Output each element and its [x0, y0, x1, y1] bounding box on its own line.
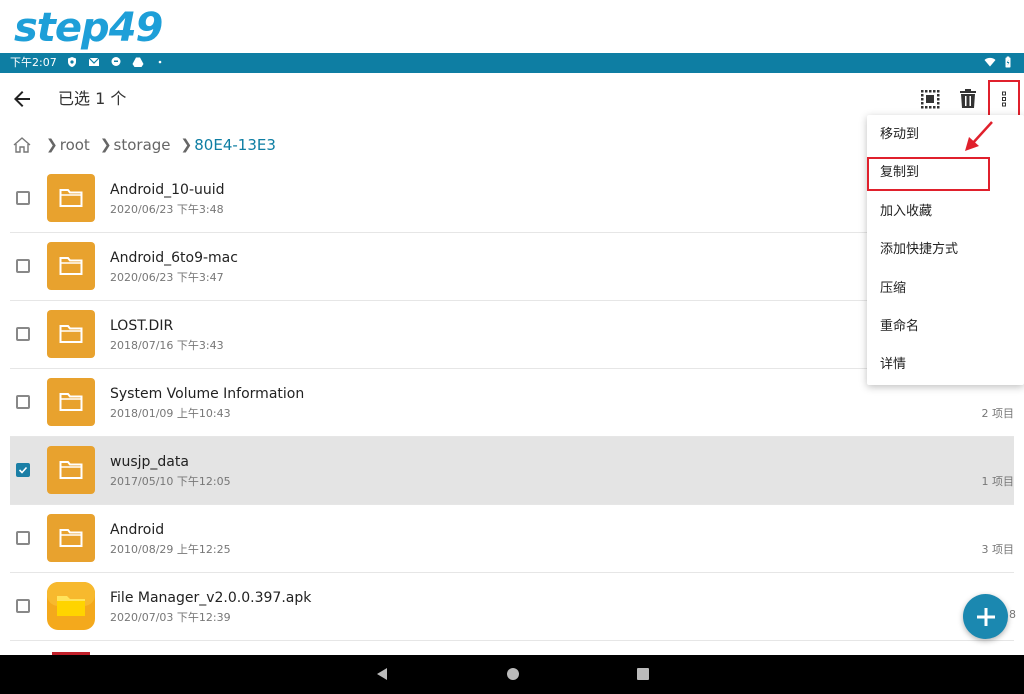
- selection-count-title: 已选 1 个: [58, 89, 127, 108]
- menu-item-add-shortcut[interactable]: 添加快捷方式: [867, 231, 1024, 269]
- file-name: System Volume Information: [110, 386, 305, 402]
- file-row[interactable]: LOST.DIR 2018/07/16 下午3:43: [10, 301, 1014, 369]
- file-row[interactable]: Android_10-uuid 2020/06/23 下午3:48: [10, 165, 1014, 233]
- menu-item-add-favorite[interactable]: 加入收藏: [867, 193, 1024, 231]
- annotation-arrow-icon: [965, 121, 993, 151]
- row-checkbox[interactable]: [16, 327, 30, 341]
- folder-icon: [47, 378, 95, 426]
- folder-icon: [47, 514, 95, 562]
- breadcrumb-storage[interactable]: storage: [114, 136, 171, 154]
- item-count: 3 项目: [981, 543, 1015, 556]
- dot-icon: [158, 60, 162, 64]
- file-row[interactable]: Android_6to9-mac 2020/06/23 下午3:47: [10, 233, 1014, 301]
- file-date: 2020/06/23 下午3:48: [110, 203, 224, 216]
- menu-item-copy-to[interactable]: 复制到: [867, 154, 1024, 192]
- select-all-button[interactable]: [916, 85, 944, 113]
- status-right-icons: [984, 56, 1014, 68]
- drive-icon: [132, 57, 144, 67]
- item-count: 1 项目: [981, 475, 1015, 488]
- folder-icon: [47, 242, 95, 290]
- select-all-grid-icon: [921, 90, 940, 109]
- status-notification-icons: [66, 56, 166, 68]
- delete-button[interactable]: [954, 85, 982, 113]
- file-row[interactable]: System Volume Information 2018/01/09 上午1…: [10, 369, 1014, 437]
- check-icon: [18, 466, 28, 474]
- trash-icon: [960, 89, 976, 108]
- file-name: Android_10-uuid: [110, 182, 225, 198]
- item-count: 2 项目: [981, 407, 1015, 420]
- more-options-button[interactable]: [988, 80, 1020, 118]
- row-checkbox-checked[interactable]: [16, 463, 30, 477]
- menu-item-rename[interactable]: 重命名: [867, 308, 1024, 346]
- breadcrumb-separator: ❯: [99, 137, 112, 153]
- file-date: 2010/08/29 上午12:25: [110, 543, 231, 556]
- file-date: 2018/07/16 下午3:43: [110, 339, 224, 352]
- folder-icon: [47, 310, 95, 358]
- breadcrumb-separator: ❯: [46, 137, 58, 153]
- menu-item-compress[interactable]: 压缩: [867, 270, 1024, 308]
- item-count-peek: 8: [1009, 608, 1016, 621]
- step49-logo: step49: [14, 5, 163, 51]
- battery-icon: [1005, 56, 1011, 68]
- status-time: 下午2:07: [10, 56, 57, 69]
- breadcrumb-current[interactable]: 80E4-13E3: [194, 136, 276, 154]
- file-name: LOST.DIR: [110, 318, 174, 334]
- home-icon[interactable]: [12, 136, 32, 154]
- logo-band: step49: [0, 0, 1024, 53]
- nav-recents-icon[interactable]: [636, 667, 650, 681]
- back-arrow-icon: [14, 91, 30, 107]
- file-name: Android: [110, 522, 165, 538]
- file-row-selected[interactable]: wusjp_data 2017/05/10 下午12:05 1 项目: [10, 437, 1014, 505]
- menu-item-details[interactable]: 详情: [867, 346, 1024, 384]
- folder-icon: [47, 446, 95, 494]
- file-date: 2020/07/03 下午12:39: [110, 611, 231, 624]
- file-date: 2020/06/23 下午3:47: [110, 271, 224, 284]
- nav-home-icon[interactable]: [506, 667, 520, 681]
- message-icon: [111, 57, 121, 66]
- file-date: 2017/05/10 下午12:05: [110, 475, 231, 488]
- breadcrumb-root[interactable]: root: [60, 136, 90, 154]
- wifi-icon: [984, 57, 996, 67]
- overflow-menu: 移动到 复制到 加入收藏 添加快捷方式 压缩 重命名 详情: [867, 115, 1024, 385]
- nav-back-icon[interactable]: [375, 667, 389, 681]
- row-checkbox[interactable]: [16, 191, 30, 205]
- row-checkbox[interactable]: [16, 599, 30, 613]
- back-button[interactable]: [10, 87, 34, 111]
- file-name: File Manager_v2.0.0.397.apk: [110, 590, 312, 606]
- file-name: wusjp_data: [110, 454, 189, 470]
- file-row[interactable]: Android 2010/08/29 上午12:25 3 项目: [10, 505, 1014, 573]
- breadcrumb-separator: ❯: [180, 137, 193, 153]
- mail-icon: [88, 57, 100, 66]
- file-name: Android_6to9-mac: [110, 250, 238, 266]
- row-checkbox[interactable]: [16, 531, 30, 545]
- row-checkbox[interactable]: [16, 395, 30, 409]
- more-vert-icon: [1002, 91, 1006, 107]
- shield-icon: [68, 57, 76, 67]
- file-row[interactable]: File Manager_v2.0.0.397.apk 2020/07/03 下…: [10, 573, 1014, 641]
- row-checkbox[interactable]: [16, 259, 30, 273]
- menu-item-move-to[interactable]: 移动到: [867, 116, 1024, 154]
- system-nav-bar: [0, 655, 1024, 694]
- file-manager-app-icon: [47, 582, 95, 630]
- status-bar: 下午2:07: [0, 53, 1024, 73]
- folder-icon: [47, 174, 95, 222]
- plus-icon: [976, 607, 995, 626]
- add-fab-button[interactable]: [963, 594, 1008, 639]
- file-date: 2018/01/09 上午10:43: [110, 407, 231, 420]
- file-list: Android_10-uuid 2020/06/23 下午3:48 Androi…: [10, 165, 1014, 641]
